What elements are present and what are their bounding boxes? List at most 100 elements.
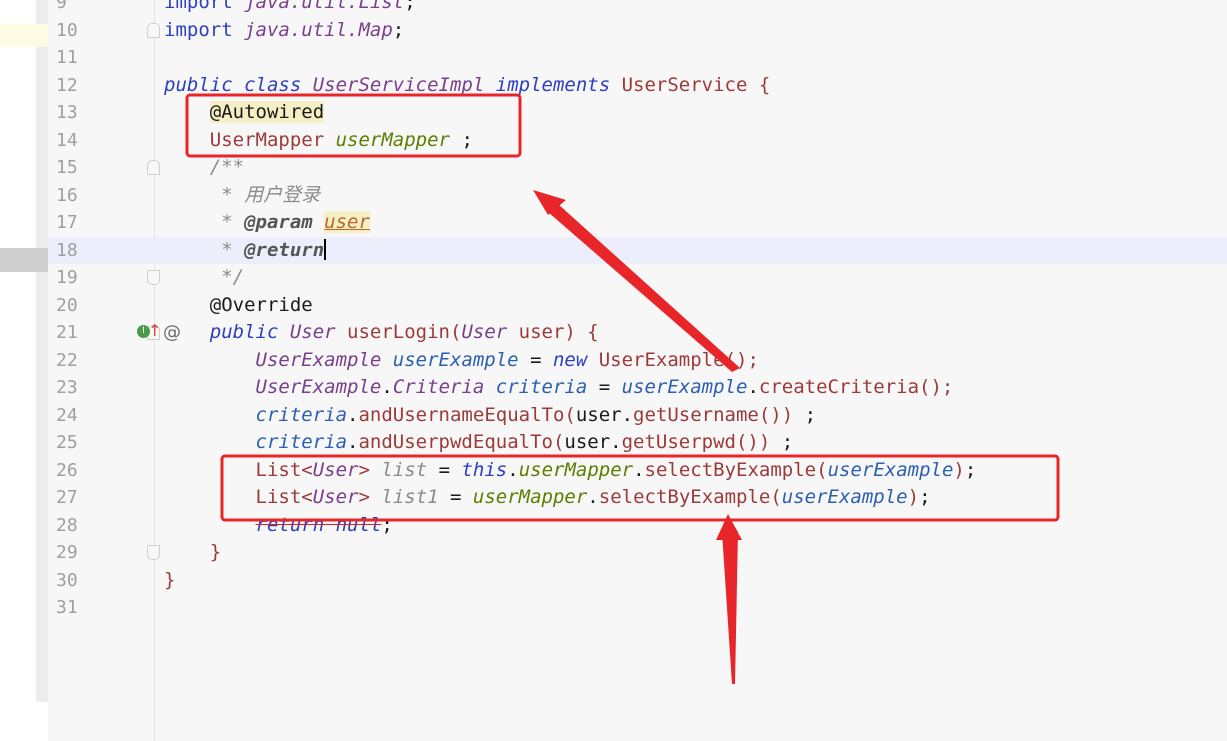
code-text[interactable]: List<User> list1 = userMapper.selectByEx…: [164, 484, 931, 511]
code-token: User: [289, 321, 348, 343]
tool-window-bar: [36, 0, 48, 702]
code-token: }: [209, 541, 222, 563]
left-tool-strip: [0, 0, 48, 741]
code-text[interactable]: public User userLogin(User user) {: [164, 319, 599, 346]
fold-toggle-icon[interactable]: [147, 270, 160, 285]
code-text[interactable]: UserExample userExample = new UserExampl…: [164, 347, 759, 374]
line-number: 28: [56, 514, 78, 536]
code-token: UserService: [621, 73, 759, 96]
code-token: UserServiceImpl: [312, 73, 496, 96]
fold-toggle-icon[interactable]: [147, 545, 160, 560]
code-line[interactable]: 22 UserExample userExample = new UserExa…: [48, 347, 1227, 374]
code-token: .: [747, 376, 759, 398]
line-number: 30: [56, 569, 78, 591]
override-up-arrow-icon[interactable]: ↑: [148, 321, 161, 341]
code-text[interactable]: return null;: [164, 512, 393, 539]
code-token: userMapper: [518, 458, 634, 481]
code-text[interactable]: * @return: [164, 237, 327, 264]
code-token: User: [312, 458, 359, 481]
line-number: 18: [56, 239, 78, 261]
line-number: 17: [56, 212, 78, 233]
code-line[interactable]: 30}: [48, 567, 1227, 594]
code-text[interactable]: }: [164, 567, 175, 594]
code-line[interactable]: 31: [48, 594, 1227, 621]
code-text[interactable]: import java.util.Map;: [164, 17, 404, 44]
code-token: ;: [461, 128, 473, 151]
code-token: user: [324, 211, 370, 233]
line-number: 11: [56, 47, 78, 68]
line-number: 19: [56, 267, 78, 288]
fold-toggle-icon[interactable]: [147, 160, 160, 175]
code-line[interactable]: 29 }: [48, 539, 1227, 566]
code-text[interactable]: */: [164, 264, 244, 291]
code-line[interactable]: 14 UserMapper userMapper ;: [48, 127, 1227, 154]
code-text[interactable]: }: [164, 539, 221, 566]
code-line[interactable]: 17 * @param user: [48, 209, 1227, 236]
code-line[interactable]: 16 * 用户登录: [48, 182, 1227, 209]
code-token: andUsernameEqualTo(: [358, 403, 576, 426]
code-token: User: [312, 486, 359, 508]
code-text[interactable]: criteria.andUsernameEqualTo(user.getUser…: [164, 402, 817, 429]
code-token: public class: [164, 73, 313, 96]
code-line[interactable]: 26 List<User> list = this.userMapper.sel…: [48, 457, 1227, 484]
code-line[interactable]: 27 List<User> list1 = userMapper.selectB…: [48, 484, 1227, 511]
fold-toggle-icon[interactable]: [147, 22, 160, 38]
code-text[interactable]: @Override: [164, 292, 313, 319]
code-token: .: [633, 458, 645, 481]
code-text[interactable]: public class UserServiceImpl implements …: [164, 72, 770, 99]
code-line[interactable]: 18 * @return: [48, 236, 1227, 264]
code-text[interactable]: /**: [164, 154, 244, 181]
code-line[interactable]: 25 criteria.andUserpwdEqualTo(user.getUs…: [48, 429, 1227, 456]
code-text[interactable]: List<User> list = this.userMapper.select…: [164, 457, 977, 484]
code-token: user.: [575, 403, 634, 426]
code-token: selectByExample(: [644, 458, 828, 481]
code-token: userExample: [392, 348, 531, 371]
code-line[interactable]: 20 @Override: [48, 292, 1227, 319]
code-text[interactable]: UserExample.Criteria criteria = userExam…: [164, 374, 954, 401]
code-text[interactable]: import java.util.List;: [164, 0, 416, 16]
current-line-marker: [0, 248, 48, 272]
code-line[interactable]: 23 UserExample.Criteria criteria = userE…: [48, 374, 1227, 401]
code-token: >: [358, 486, 382, 508]
code-token: criteria: [495, 376, 599, 398]
code-line[interactable]: 15 /**: [48, 154, 1227, 181]
code-token: .: [381, 376, 393, 398]
code-token: }: [164, 568, 176, 591]
text-caret: [324, 238, 327, 260]
code-line[interactable]: 12 public class UserServiceImpl implement…: [48, 72, 1227, 99]
code-token: getUsername()): [633, 403, 805, 426]
code-line[interactable]: 28 return null;: [48, 512, 1227, 539]
code-token: list: [381, 458, 439, 481]
code-text[interactable]: UserMapper userMapper ;: [164, 127, 473, 154]
code-token: @param: [244, 211, 325, 233]
code-token: *: [221, 238, 245, 261]
code-token: UserMapper: [209, 128, 336, 151]
code-line[interactable]: 19 */: [48, 264, 1227, 291]
code-text[interactable]: criteria.andUserpwdEqualTo(user.getUserp…: [164, 429, 794, 456]
code-token: =: [438, 458, 462, 481]
code-token: selectByExample(: [598, 486, 782, 508]
code-text[interactable]: * @param user: [164, 209, 370, 236]
code-line[interactable]: 11: [48, 44, 1227, 71]
code-line[interactable]: 21 I ↑ @ public User userLogin(User user) {: [48, 319, 1227, 346]
code-token: .: [507, 458, 519, 481]
code-line[interactable]: 24 criteria.andUsernameEqualTo(user.getU…: [48, 402, 1227, 429]
code-editor[interactable]: 9 import java.util.List; 10 import java.uti…: [48, 0, 1227, 741]
code-line[interactable]: 13 @Autowired: [48, 99, 1227, 126]
line-number: 12: [56, 74, 78, 96]
code-token: userExample: [621, 376, 748, 398]
code-token: =: [450, 486, 473, 508]
code-text[interactable]: @Autowired: [164, 99, 325, 126]
line-number: 31: [56, 597, 78, 618]
code-line[interactable]: 10 import java.util.Map;: [48, 17, 1227, 44]
code-text[interactable]: * 用户登录: [164, 182, 320, 209]
code-line[interactable]: 9 import java.util.List;: [48, 0, 1227, 16]
line-number: 25: [56, 432, 78, 453]
